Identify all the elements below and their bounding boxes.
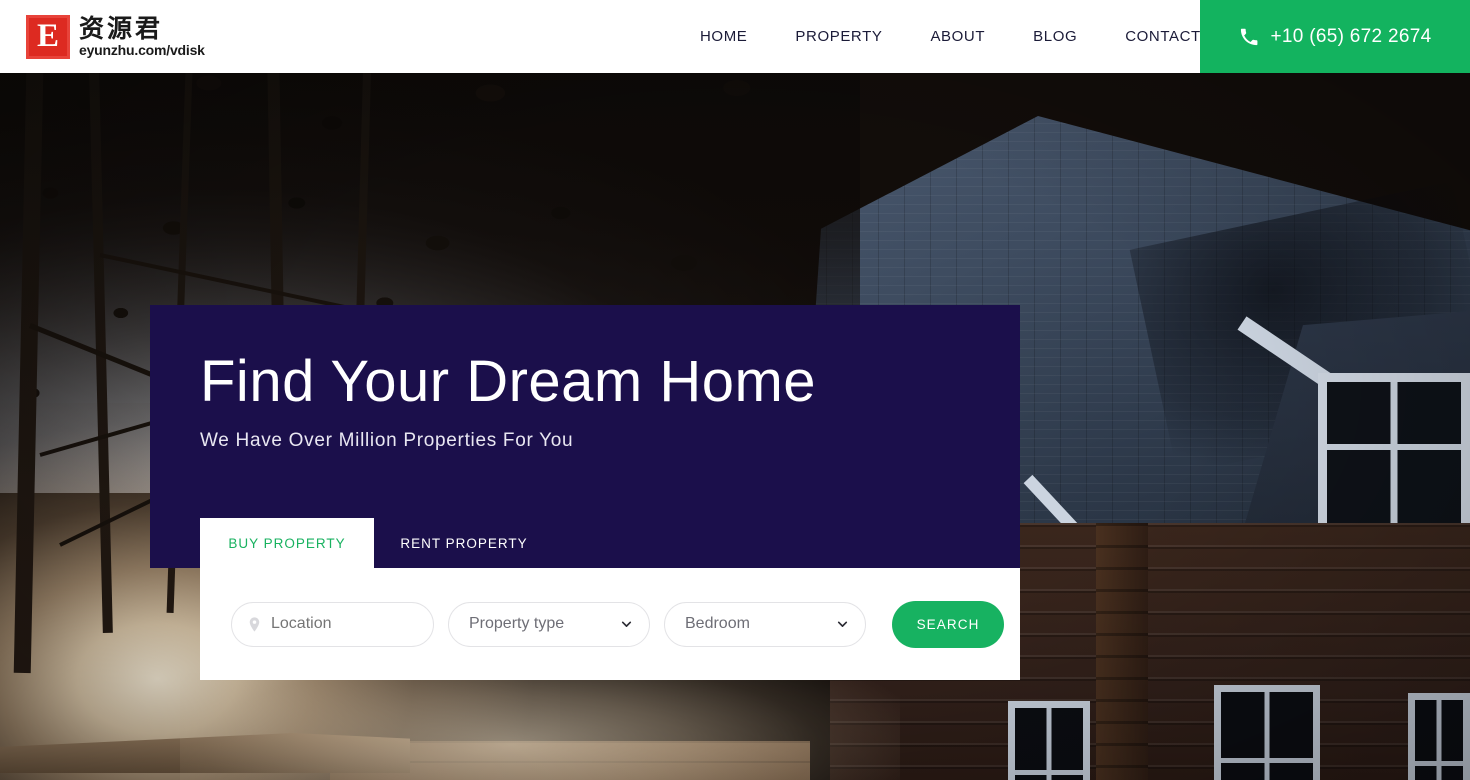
location-pin-icon	[249, 616, 260, 632]
phone-number: +10 (65) 672 2674	[1270, 25, 1432, 47]
logo-brand-url: eyunzhu.com/vdisk	[79, 41, 205, 58]
property-type-label: Property type	[469, 615, 565, 632]
chevron-down-icon	[837, 621, 848, 627]
dormer-window	[1318, 373, 1470, 547]
phone-icon	[1240, 28, 1257, 45]
location-field[interactable]	[231, 601, 434, 647]
sun-haze	[180, 673, 900, 780]
site-logo[interactable]: E 资源君 eyunzhu.com/vdisk	[26, 13, 205, 59]
site-header: E 资源君 eyunzhu.com/vdisk HOME PROPERTY AB…	[0, 0, 1470, 73]
nav-item-home[interactable]: HOME	[676, 28, 771, 45]
logo-text: 资源君 eyunzhu.com/vdisk	[79, 13, 205, 58]
page-title: Find Your Dream Home	[200, 349, 817, 414]
nav-item-about[interactable]: ABOUT	[906, 28, 1009, 45]
page-root: E 资源君 eyunzhu.com/vdisk HOME PROPERTY AB…	[0, 0, 1470, 780]
foreground-shrubs	[1250, 773, 1470, 780]
logo-letter: E	[36, 18, 59, 54]
property-search-form: Property type Bedroom SEARCH	[200, 568, 1020, 680]
tab-rent-property[interactable]: RENT PROPERTY	[374, 518, 554, 568]
property-type-select[interactable]: Property type	[448, 601, 650, 647]
bedroom-label: Bedroom	[685, 615, 750, 632]
header-phone-block[interactable]: +10 (65) 672 2674	[1200, 0, 1470, 73]
search-tabs: BUY PROPERTY RENT PROPERTY	[200, 518, 554, 568]
nav-item-property[interactable]: PROPERTY	[771, 28, 906, 45]
main-navigation: HOME PROPERTY ABOUT BLOG CONTACT	[676, 0, 1225, 73]
bedroom-select[interactable]: Bedroom	[664, 601, 866, 647]
chevron-down-icon	[621, 621, 632, 627]
cabin-window	[1408, 693, 1470, 780]
hero-panel: Find Your Dream Home We Have Over Millio…	[150, 305, 1020, 568]
tab-buy-property[interactable]: BUY PROPERTY	[200, 518, 374, 568]
cabin-corner-post	[1096, 523, 1148, 780]
nav-item-blog[interactable]: BLOG	[1009, 28, 1101, 45]
cabin-window	[1214, 685, 1320, 780]
logo-brand-cn: 资源君	[79, 13, 164, 43]
hero-subtitle: We Have Over Million Properties For You	[200, 430, 574, 451]
logo-mark-icon: E	[26, 14, 70, 59]
search-button[interactable]: SEARCH	[892, 600, 1004, 648]
cabin-window	[1008, 701, 1090, 780]
search-input[interactable]	[271, 615, 421, 633]
